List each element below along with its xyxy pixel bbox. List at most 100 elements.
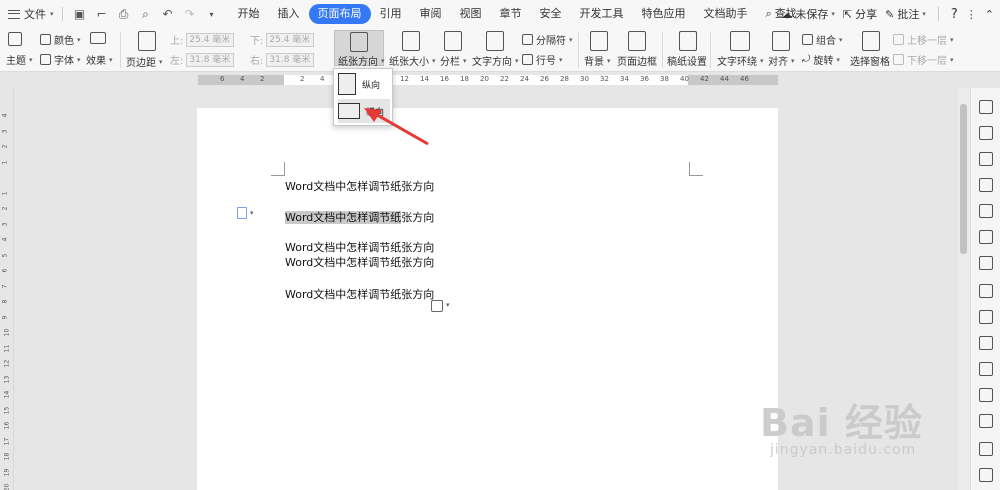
export-icon[interactable] bbox=[979, 362, 993, 376]
help-button[interactable]: ? bbox=[951, 7, 958, 22]
paragraph-layout-caret[interactable]: ▾ bbox=[250, 209, 254, 217]
file-menu[interactable]: 文件 ▾ bbox=[8, 6, 54, 22]
redo-icon[interactable]: ↷ bbox=[181, 5, 199, 23]
unselected-text[interactable]: 张方向 bbox=[401, 211, 434, 224]
text-direction-button[interactable]: 文字方向 ▾ bbox=[472, 53, 519, 69]
paper-size-icon-button[interactable] bbox=[402, 31, 420, 51]
shield-icon[interactable] bbox=[979, 468, 993, 482]
text-wrap-button[interactable]: 文字环绕 ▾ bbox=[717, 53, 764, 69]
top-margin-field[interactable]: 上: 25.4 毫米 bbox=[170, 32, 235, 47]
tab-security[interactable]: 安全 bbox=[531, 4, 571, 24]
manuscript-icon-button[interactable] bbox=[679, 31, 697, 51]
print-icon[interactable]: ⎙ bbox=[115, 5, 133, 23]
background-icon-button[interactable] bbox=[590, 31, 608, 51]
undo-icon[interactable]: ↶ bbox=[159, 5, 177, 23]
paste-options-icon[interactable] bbox=[431, 300, 443, 312]
bring-forward-label: 上移一层 bbox=[907, 36, 947, 47]
orientation-icon-button[interactable] bbox=[350, 32, 368, 52]
align-button[interactable]: 对齐 ▾ bbox=[768, 53, 795, 69]
table-icon[interactable] bbox=[979, 230, 993, 244]
columns-icon-button[interactable] bbox=[444, 31, 462, 51]
text-direction-icon-button[interactable] bbox=[486, 31, 504, 51]
paragraph-layout-icon[interactable] bbox=[237, 207, 247, 219]
bottom-margin-field[interactable]: 下: 25.4 毫米 bbox=[250, 32, 315, 47]
document-line[interactable]: Word文档中怎样调节纸张方向 bbox=[285, 239, 434, 255]
scrollbar-thumb[interactable] bbox=[960, 104, 967, 254]
print-preview-icon[interactable]: ⌕ bbox=[137, 5, 155, 23]
line-numbers-button[interactable]: 行号 ▾ bbox=[522, 52, 563, 67]
tab-section[interactable]: 章节 bbox=[491, 4, 531, 24]
document-line[interactable]: Word文档中怎样调节纸张方向 bbox=[285, 178, 434, 194]
image-icon[interactable] bbox=[979, 336, 993, 350]
right-margin-input[interactable]: 31.8 毫米 bbox=[266, 52, 315, 67]
location-icon[interactable] bbox=[979, 152, 993, 166]
selected-text[interactable]: Word文档中怎样调节纸 bbox=[285, 211, 402, 224]
bring-forward-button[interactable]: 上移一层 ▾ bbox=[893, 32, 954, 47]
orientation-button[interactable]: 纸张方向 ▾ bbox=[338, 53, 385, 69]
left-margin-field[interactable]: 左: 31.8 毫米 bbox=[170, 52, 235, 67]
group-button[interactable]: 组合 ▾ bbox=[802, 32, 843, 47]
margins-icon-button[interactable] bbox=[138, 31, 156, 51]
save-status[interactable]: ☁ 未保存 ▾ bbox=[781, 6, 835, 22]
format-painter-icon[interactable]: ⌐ bbox=[93, 5, 111, 23]
align-icon-button[interactable] bbox=[772, 31, 790, 51]
tab-developer[interactable]: 开发工具 bbox=[571, 4, 633, 24]
tab-review[interactable]: 审阅 bbox=[411, 4, 451, 24]
share-nodes-icon[interactable] bbox=[979, 388, 993, 402]
top-margin-input[interactable]: 25.4 毫米 bbox=[186, 32, 235, 47]
tab-page-layout[interactable]: 页面布局 bbox=[308, 4, 371, 24]
tab-references[interactable]: 引用 bbox=[371, 4, 411, 24]
left-margin-input[interactable]: 31.8 毫米 bbox=[186, 52, 235, 67]
tab-home[interactable]: 开始 bbox=[229, 4, 269, 24]
selection-pane-button[interactable]: 选择窗格 bbox=[850, 53, 890, 68]
document-line[interactable]: Word文档中怎样调节纸张方向 bbox=[285, 254, 434, 270]
document-line-selected[interactable]: Word文档中怎样调节纸张方向 bbox=[285, 209, 434, 225]
ruler-tick: 15 bbox=[3, 406, 11, 414]
apps-icon[interactable] bbox=[979, 256, 993, 270]
document-page[interactable]: Word文档中怎样调节纸张方向 Word文档中怎样调节纸张方向 Word文档中怎… bbox=[197, 108, 778, 490]
margins-button[interactable]: 页边距 ▾ bbox=[126, 54, 163, 70]
text-wrap-icon-button[interactable] bbox=[730, 31, 750, 51]
comment-button[interactable]: ✎ 批注 ▾ bbox=[885, 6, 926, 22]
columns-button[interactable]: 分栏 ▾ bbox=[440, 53, 467, 69]
more-icon[interactable]: ▾ bbox=[203, 5, 221, 23]
tab-features[interactable]: 特色应用 bbox=[633, 4, 695, 24]
save-icon[interactable]: ▣ bbox=[71, 5, 89, 23]
archive-icon[interactable] bbox=[979, 414, 993, 428]
shapes-icon[interactable] bbox=[979, 178, 993, 192]
document-line[interactable]: Word文档中怎样调节纸张方向 bbox=[285, 286, 434, 302]
theme-button[interactable] bbox=[8, 32, 22, 46]
collapse-ribbon-icon[interactable]: ⌃ bbox=[985, 8, 994, 21]
bottom-margin-input[interactable]: 25.4 毫米 bbox=[266, 32, 315, 47]
style-icon[interactable] bbox=[979, 100, 993, 114]
paper-size-button[interactable]: 纸张大小 ▾ bbox=[389, 53, 436, 69]
fill-icon[interactable] bbox=[979, 204, 993, 218]
more-options-icon[interactable]: ⋮ bbox=[966, 8, 977, 21]
theme-label-button[interactable]: 主题 ▾ bbox=[6, 52, 33, 68]
settings-sliders-icon[interactable] bbox=[979, 310, 993, 324]
share-button[interactable]: ⇱ 分享 bbox=[843, 6, 877, 22]
color-button[interactable]: 颜色 ▾ bbox=[40, 32, 81, 47]
selection-pane-icon-button[interactable] bbox=[862, 31, 880, 51]
align-icon bbox=[772, 31, 790, 51]
select-cursor-icon[interactable] bbox=[979, 126, 993, 140]
right-margin-field[interactable]: 右: 31.8 毫米 bbox=[250, 52, 315, 67]
send-backward-button[interactable]: 下移一层 ▾ bbox=[893, 52, 954, 67]
tab-insert[interactable]: 插入 bbox=[269, 4, 309, 24]
tab-view[interactable]: 视图 bbox=[451, 4, 491, 24]
save-status-label: 未保存 bbox=[795, 8, 829, 21]
page-border-icon-button[interactable] bbox=[628, 31, 646, 51]
paste-options-caret[interactable]: ▾ bbox=[446, 301, 450, 309]
breaks-button[interactable]: 分隔符 ▾ bbox=[522, 32, 573, 47]
picture-icon[interactable] bbox=[979, 442, 993, 456]
font-button[interactable]: 字体 ▾ bbox=[40, 52, 81, 67]
rotate-button[interactable]: ⤾ 旋转 ▾ bbox=[802, 52, 840, 67]
orientation-portrait-item[interactable]: 纵向 bbox=[338, 72, 390, 96]
chart-icon[interactable] bbox=[979, 284, 993, 298]
background-button[interactable]: 背景 ▾ bbox=[584, 53, 611, 69]
manuscript-button[interactable]: 稿纸设置 bbox=[667, 53, 707, 68]
effect-button[interactable]: 效果 ▾ bbox=[86, 52, 113, 68]
page-border-button[interactable]: 页面边框 bbox=[617, 53, 657, 68]
effect-icon-button[interactable] bbox=[90, 32, 106, 44]
tab-assistant[interactable]: 文档助手 bbox=[695, 4, 757, 24]
